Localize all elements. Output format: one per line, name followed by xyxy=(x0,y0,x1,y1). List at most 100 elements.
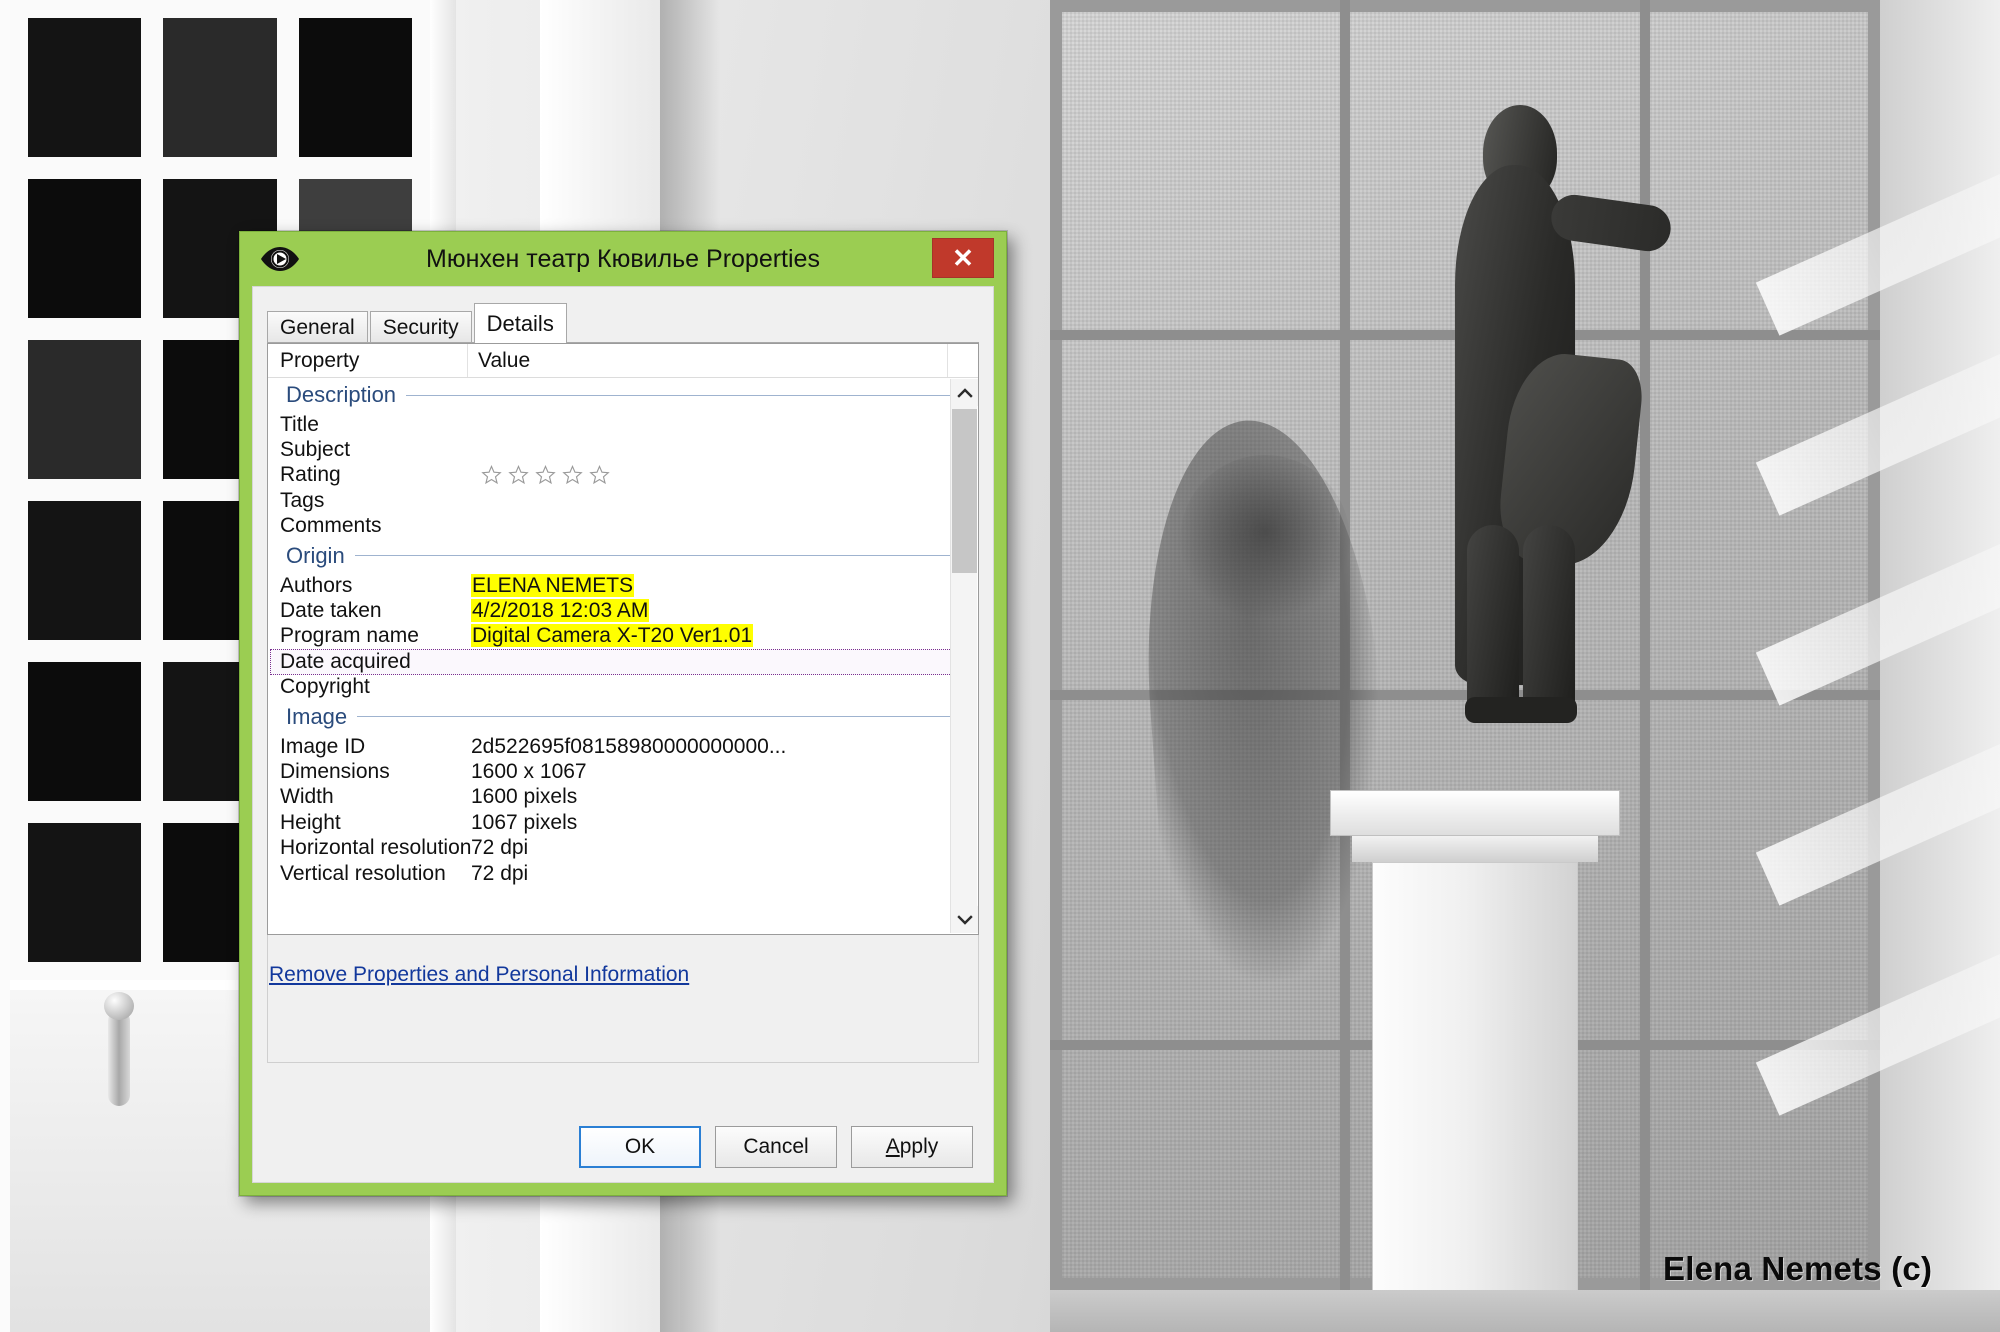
tab-strip: General Security Details xyxy=(267,303,993,343)
window-pane xyxy=(163,18,277,157)
column-header-property[interactable]: Property xyxy=(268,344,468,377)
window-pane xyxy=(28,340,142,479)
bronze-statue xyxy=(1355,105,1685,785)
row-key: Program name xyxy=(280,624,419,648)
tab-security[interactable]: Security xyxy=(369,311,472,343)
statue-feet xyxy=(1465,697,1577,723)
row-value[interactable]: 72 dpi xyxy=(468,836,978,860)
row-key: Title xyxy=(280,412,319,436)
dialog-button-bar: OK Cancel Apply xyxy=(253,1126,993,1168)
table-row[interactable]: Program name Digital Camera X-T20 Ver1.0… xyxy=(268,624,978,649)
row-value[interactable]: 1600 pixels xyxy=(468,785,978,809)
table-row[interactable]: Vertical resolution 72 dpi xyxy=(268,861,978,886)
table-row[interactable]: Width 1600 pixels xyxy=(268,785,978,810)
row-key: Tags xyxy=(280,488,325,512)
row-value[interactable]: Digital Camera X-T20 Ver1.01 xyxy=(468,624,978,648)
dialog-title: Мюнхен театр Кювилье Properties xyxy=(426,244,820,273)
window-pane xyxy=(28,18,142,157)
table-row[interactable]: Date taken 4/2/2018 12:03 AM xyxy=(268,598,978,623)
property-list: Property Value Description Title Subject xyxy=(267,343,979,935)
window-pane xyxy=(298,18,412,157)
door-handle xyxy=(104,992,134,1106)
table-row[interactable]: Copyright xyxy=(268,675,978,700)
row-key: Height xyxy=(280,810,341,834)
rating-stars[interactable] xyxy=(481,465,978,485)
table-row[interactable]: Title xyxy=(268,412,978,437)
row-key: Dimensions xyxy=(280,759,390,783)
chevron-down-icon[interactable] xyxy=(951,906,978,933)
group-header-description: Description xyxy=(268,378,978,412)
table-row[interactable]: Height 1067 pixels xyxy=(268,810,978,835)
column-header-value[interactable]: Value xyxy=(468,344,948,377)
file-properties-dialog: Мюнхен театр Кювилье Properties ✕ Genera… xyxy=(239,231,1007,1196)
table-row[interactable]: Subject xyxy=(268,437,978,462)
dialog-content: General Security Details Property Value … xyxy=(252,286,994,1183)
pedestal-body xyxy=(1372,862,1578,1302)
row-key: Image ID xyxy=(280,734,366,758)
window-pane xyxy=(28,179,142,318)
row-key: Rating xyxy=(280,463,341,487)
row-key: Date acquired xyxy=(280,649,411,673)
media-viewer-eye-icon xyxy=(258,244,302,274)
group-rule xyxy=(354,555,960,557)
row-value[interactable]: 1067 pixels xyxy=(468,811,978,835)
property-rows: Description Title Subject Rating Tags Co… xyxy=(268,378,978,886)
table-row[interactable]: Horizontal resolution 72 dpi xyxy=(268,835,978,860)
table-row[interactable]: Image ID 2d522695f08158980000000000... xyxy=(268,734,978,759)
table-row[interactable]: Comments xyxy=(268,514,978,539)
row-value[interactable]: 2d522695f08158980000000000... xyxy=(468,735,978,759)
row-value[interactable] xyxy=(468,465,978,485)
scrollbar-thumb[interactable] xyxy=(952,409,977,573)
star-icon xyxy=(562,465,583,485)
statue-leg xyxy=(1467,525,1519,715)
star-icon xyxy=(481,465,502,485)
highlighted-value: Digital Camera X-T20 Ver1.01 xyxy=(471,624,754,648)
ok-button[interactable]: OK xyxy=(579,1126,701,1168)
property-list-header: Property Value xyxy=(268,344,978,378)
apply-label: Apply xyxy=(885,1135,939,1158)
star-icon xyxy=(589,465,610,485)
apply-button[interactable]: Apply xyxy=(851,1126,973,1168)
window-pane xyxy=(28,662,142,801)
table-row[interactable]: Tags xyxy=(268,488,978,513)
table-row-selected[interactable]: Date acquired xyxy=(270,649,962,675)
row-key: Authors xyxy=(280,573,353,597)
statue-leg xyxy=(1523,525,1575,715)
row-key: Subject xyxy=(280,438,351,462)
group-label: Origin xyxy=(286,542,345,568)
highlighted-value: ELENA NEMETS xyxy=(471,573,635,597)
chevron-up-icon[interactable] xyxy=(951,379,978,406)
row-value[interactable]: 4/2/2018 12:03 AM xyxy=(468,599,978,623)
pedestal-cap xyxy=(1330,790,1620,836)
remove-properties-link[interactable]: Remove Properties and Personal Informati… xyxy=(269,963,689,987)
tab-details[interactable]: Details xyxy=(473,303,567,343)
group-header-origin: Origin xyxy=(268,539,978,573)
row-key: Vertical resolution xyxy=(280,861,446,885)
pedestal-cornice xyxy=(1352,836,1598,862)
row-value[interactable]: ELENA NEMETS xyxy=(468,573,978,598)
window-pane xyxy=(28,501,142,640)
window-pane xyxy=(28,823,142,962)
row-value[interactable]: 1600 x 1067 xyxy=(468,760,978,784)
group-rule xyxy=(406,394,960,396)
cancel-button[interactable]: Cancel xyxy=(715,1126,837,1168)
group-header-image: Image xyxy=(268,700,978,734)
table-row[interactable]: Dimensions 1600 x 1067 xyxy=(268,759,978,784)
table-row[interactable]: Rating xyxy=(268,463,978,488)
table-row[interactable]: Authors ELENA NEMETS xyxy=(268,573,978,598)
close-icon[interactable]: ✕ xyxy=(932,238,994,278)
tab-general[interactable]: General xyxy=(267,311,368,343)
vertical-scrollbar[interactable] xyxy=(950,379,978,933)
dialog-title-bar[interactable]: Мюнхен театр Кювилье Properties ✕ xyxy=(240,232,1006,286)
group-label: Description xyxy=(286,382,397,407)
row-key: Date taken xyxy=(280,599,382,623)
row-value[interactable]: 72 dpi xyxy=(468,862,978,886)
group-rule xyxy=(357,716,960,718)
highlighted-value: 4/2/2018 12:03 AM xyxy=(471,599,650,623)
statue-shadow-head xyxy=(1180,455,1350,625)
row-key: Copyright xyxy=(280,675,370,699)
column-header-spacer xyxy=(948,344,978,377)
photographer-watermark: Elena Nemets (c) xyxy=(1663,1250,1933,1287)
row-key: Horizontal resolution xyxy=(280,836,472,860)
row-key: Width xyxy=(280,785,334,809)
